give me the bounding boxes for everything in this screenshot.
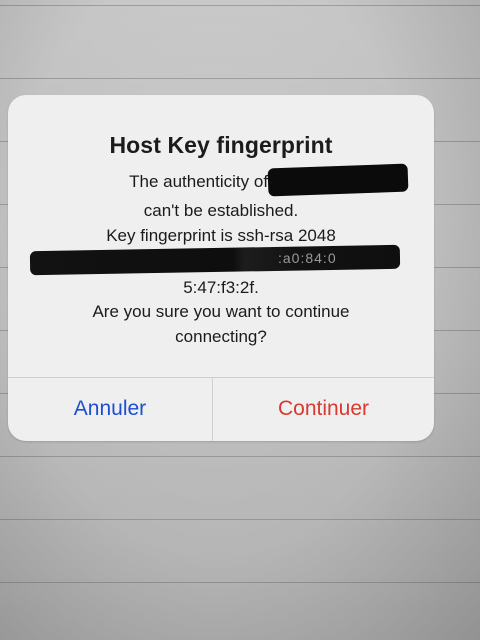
message-line-question-2: connecting? bbox=[175, 327, 267, 346]
message-line-fingerprint-tail: 5:47:f3:2f. bbox=[183, 278, 259, 297]
message-line-question-1: Are you sure you want to continue bbox=[92, 302, 350, 321]
message-line-2: can't be established. bbox=[143, 201, 299, 220]
dialog-title: Host Key fingerprint bbox=[109, 132, 333, 158]
redacted-fingerprint bbox=[29, 244, 401, 276]
dialog-content: Host Key fingerprint The authenticity of… bbox=[8, 95, 434, 377]
continue-button[interactable]: Continuer bbox=[213, 377, 434, 441]
redacted-hostname bbox=[267, 163, 409, 197]
message-line-3: Key fingerprint is ssh-rsa 2048 bbox=[106, 226, 336, 245]
host-key-dialog: Host Key fingerprint The authenticity of… bbox=[8, 95, 434, 441]
fingerprint-peek-text: :a0:84:0 bbox=[278, 250, 337, 266]
cancel-button[interactable]: Annuler bbox=[8, 377, 212, 441]
